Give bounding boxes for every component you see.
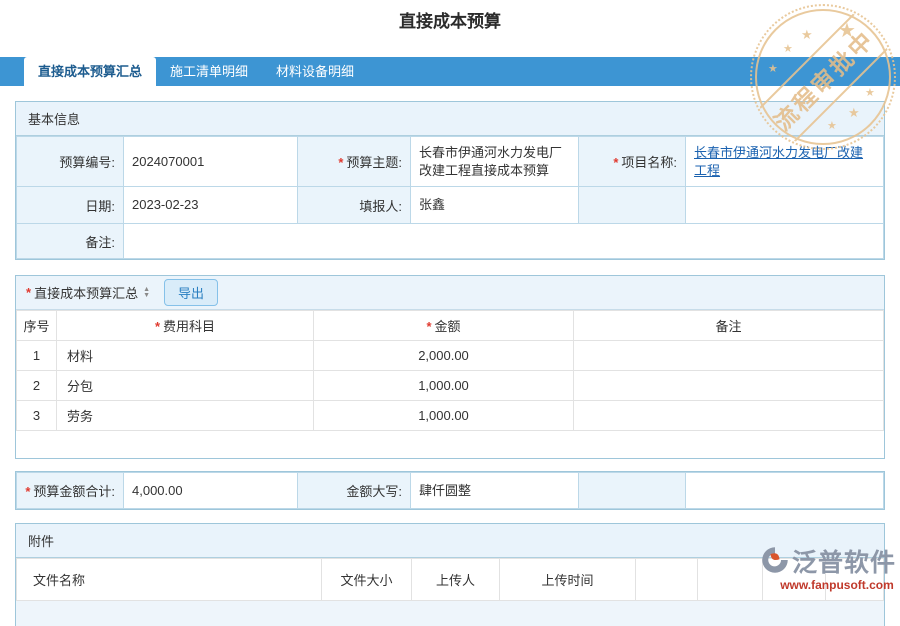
cost-summary-toolbar: * 直接成本预算汇总 ▲ ▼ 导出 [16,276,884,310]
remark-value [124,224,884,259]
fanpu-logo-icon [760,545,790,578]
row-amount: 1,000.00 [314,371,574,401]
star-icon: ★ [783,42,793,55]
row-amount: 2,000.00 [314,341,574,371]
cost-summary-panel: * 直接成本预算汇总 ▲ ▼ 导出 序号 *费用科目 *金额 备注 1 材料 2… [15,275,885,459]
basic-info-panel: 基本信息 预算编号: 2024070001 *预算主题: 长春市伊通河水力发电厂… [15,101,885,260]
basic-info-header: 基本信息 [16,102,884,136]
required-icon: * [338,155,343,170]
sort-icon[interactable]: ▲ ▼ [143,287,150,299]
project-link[interactable]: 长春市伊通河水力发电厂改建工程 [694,145,863,178]
col-header-file-size: 文件大小 [322,559,412,601]
col-header-uploader: 上传人 [412,559,500,601]
preparer-label: 填报人: [298,187,411,224]
row-remark [574,401,884,431]
tab-direct-cost-budget-summary[interactable]: 直接成本预算汇总 [24,57,156,86]
amount-in-words-value: 肆仟圆整 [411,473,579,509]
required-icon: * [25,484,30,499]
required-icon: * [613,155,618,170]
col-header-no: 序号 [17,311,57,341]
col-header-amount: *金额 [314,311,574,341]
table-row: 2 分包 1,000.00 [17,371,884,401]
required-icon: * [155,319,160,334]
project-value: 长春市伊通河水力发电厂改建工程 [686,137,884,187]
row-remark [574,371,884,401]
col-header-upload-time: 上传时间 [500,559,636,601]
attachments-header: 附件 [16,524,884,558]
vendor-logo: 泛普软件 www.fanpusoft.com [760,543,896,592]
budget-no-value: 2024070001 [124,137,298,187]
required-icon: * [426,319,431,334]
budget-no-label: 预算编号: [17,137,124,187]
subject-label: *预算主题: [298,137,411,187]
total-amount-label: *预算金额合计: [17,473,124,509]
export-button[interactable]: 导出 [164,279,218,306]
tab-construction-list-detail[interactable]: 施工清单明细 [156,57,262,86]
attachments-table: 文件名称 文件大小 上传人 上传时间 [16,558,884,601]
tab-material-equipment-detail[interactable]: 材料设备明细 [262,57,368,86]
page-title: 直接成本预算 [0,0,900,32]
tab-bar: 直接成本预算汇总 施工清单明细 材料设备明细 [0,57,900,86]
project-label: *项目名称: [579,137,686,187]
sort-down-icon: ▼ [143,293,150,299]
basic-info-table: 预算编号: 2024070001 *预算主题: 长春市伊通河水力发电厂改建工程直… [16,136,884,259]
row-no: 3 [17,401,57,431]
date-label: 日期: [17,187,124,224]
cost-summary-section-label: 直接成本预算汇总 [34,283,138,302]
row-amount: 1,000.00 [314,401,574,431]
table-row: 3 劳务 1,000.00 [17,401,884,431]
empty-header-cell [636,559,698,601]
row-remark [574,341,884,371]
row-no: 2 [17,371,57,401]
total-amount-value: 4,000.00 [124,473,298,509]
cost-summary-table: 序号 *费用科目 *金额 备注 1 材料 2,000.00 2 分包 1,000… [16,310,884,431]
table-empty-area [16,431,884,458]
amount-in-words-label: 金额大写: [298,473,411,509]
row-no: 1 [17,341,57,371]
empty-label-cell [579,187,686,224]
totals-table: *预算金额合计: 4,000.00 金额大写: 肆仟圆整 [16,472,884,509]
remark-label: 备注: [17,224,124,259]
totals-panel: *预算金额合计: 4,000.00 金额大写: 肆仟圆整 [15,471,885,510]
col-header-subject: *费用科目 [57,311,314,341]
table-row: 1 材料 2,000.00 [17,341,884,371]
empty-value-cell [686,473,884,509]
col-header-file-name: 文件名称 [17,559,322,601]
vendor-name: 泛普软件 [792,543,896,579]
attachments-empty-area [16,601,884,626]
vendor-url: www.fanpusoft.com [760,578,896,592]
row-subject: 材料 [57,341,314,371]
required-icon: * [26,285,31,300]
date-value: 2023-02-23 [124,187,298,224]
row-subject: 分包 [57,371,314,401]
subject-value: 长春市伊通河水力发电厂改建工程直接成本预算 [411,137,579,187]
empty-header-cell [698,559,763,601]
col-header-remark: 备注 [574,311,884,341]
row-subject: 劳务 [57,401,314,431]
empty-label-cell [579,473,686,509]
preparer-value: 张鑫 [411,187,579,224]
attachments-panel: 附件 文件名称 文件大小 上传人 上传时间 [15,523,885,626]
empty-value-cell [686,187,884,224]
